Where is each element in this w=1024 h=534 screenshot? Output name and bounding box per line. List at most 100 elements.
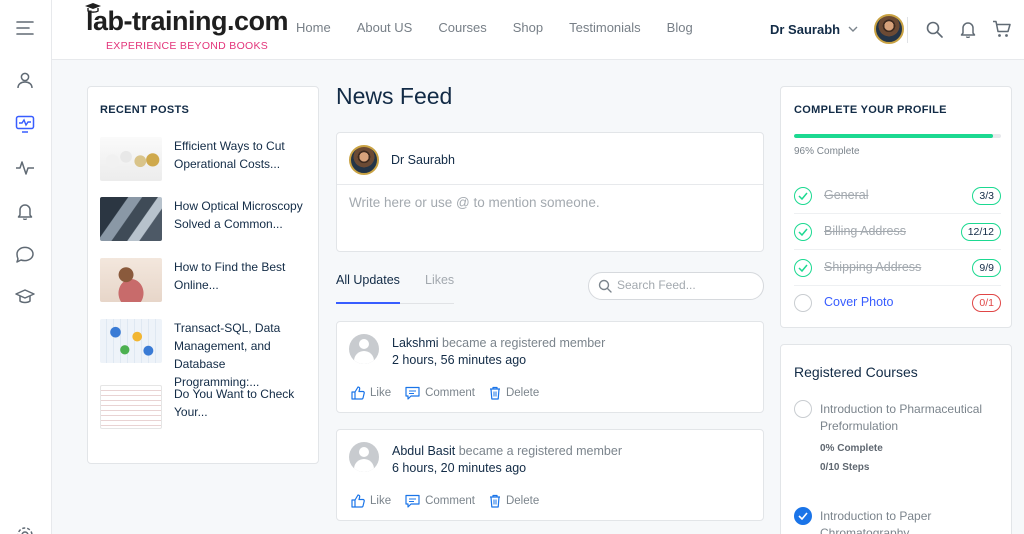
graduation-cap-icon[interactable]: [14, 286, 36, 308]
profile-step-billing-address[interactable]: Billing Address 12/12: [794, 214, 1001, 250]
course-steps-text: 0/10 Steps: [820, 462, 870, 473]
activity-text: Abdul Basit became a registered member: [392, 444, 622, 458]
nav-about-us[interactable]: About US: [357, 20, 413, 35]
nav-home[interactable]: Home: [296, 20, 331, 35]
chat-icon[interactable]: [14, 243, 36, 265]
feed-tabs: All Updates Likes: [336, 262, 454, 304]
site-logo[interactable]: lab-training.com EXPERIENCE BEYOND BOOKS: [85, 3, 289, 56]
thumbs-up-icon: [351, 494, 365, 508]
recent-post-item[interactable]: Efficient Ways to Cut Operational Costs.…: [100, 137, 310, 185]
post-title[interactable]: How to Find the Best Online...: [174, 258, 310, 306]
delete-button[interactable]: Delete: [489, 386, 539, 400]
logo-tagline: EXPERIENCE BEYOND BOOKS: [106, 40, 269, 52]
profile-step-general[interactable]: General 3/3: [794, 178, 1001, 214]
like-button[interactable]: Like: [351, 386, 391, 400]
activity-text: Lakshmi became a registered member: [392, 336, 605, 350]
settings-icon[interactable]: [14, 524, 36, 534]
member-avatar[interactable]: [349, 442, 379, 472]
nav-courses[interactable]: Courses: [438, 20, 486, 35]
course-name[interactable]: Introduction to Paper Chromatography: [820, 508, 1000, 534]
delete-button[interactable]: Delete: [489, 494, 539, 508]
activity-time[interactable]: 2 hours, 56 minutes ago: [392, 353, 526, 367]
search-input[interactable]: [617, 278, 757, 292]
check-circle-icon: [794, 223, 812, 241]
profile-icon[interactable]: [14, 69, 36, 91]
composer-user-name: Dr Saurabh: [391, 153, 455, 167]
check-circle-icon: [794, 187, 812, 205]
step-label[interactable]: Shipping Address: [824, 260, 921, 274]
step-label[interactable]: General: [824, 188, 868, 202]
step-count-badge: 0/1: [972, 294, 1001, 312]
courses-widget-title: Registered Courses: [794, 364, 918, 380]
nav-blog[interactable]: Blog: [667, 20, 693, 35]
comment-icon: [405, 494, 420, 508]
post-title[interactable]: Efficient Ways to Cut Operational Costs.…: [174, 137, 310, 185]
recent-post-item[interactable]: Do You Want to Check Your...: [100, 385, 310, 433]
post-thumbnail-document: [100, 385, 162, 429]
activity-time[interactable]: 6 hours, 20 minutes ago: [392, 461, 526, 475]
post-composer: Dr Saurabh: [336, 132, 764, 252]
member-name[interactable]: Abdul Basit: [392, 444, 455, 458]
profile-completion-widget: COMPLETE YOUR PROFILE 96% Complete Gener…: [780, 86, 1012, 328]
tab-likes[interactable]: Likes: [425, 273, 454, 287]
user-avatar[interactable]: [874, 14, 905, 44]
search-icon[interactable]: [923, 18, 945, 40]
search-icon: [598, 279, 612, 293]
profile-step-cover-photo[interactable]: Cover Photo 0/1: [794, 285, 1001, 321]
comment-icon: [405, 386, 420, 400]
header-divider: [907, 17, 908, 43]
nav-testimonials[interactable]: Testimonials: [569, 20, 641, 35]
progress-text: 96% Complete: [794, 146, 860, 157]
post-input[interactable]: [349, 195, 749, 210]
step-label[interactable]: Cover Photo: [824, 295, 893, 309]
notifications-bell-icon[interactable]: [957, 18, 979, 40]
comment-button[interactable]: Comment: [405, 386, 475, 400]
post-title[interactable]: How Optical Microscopy Solved a Common..…: [174, 197, 310, 245]
member-avatar[interactable]: [349, 334, 379, 364]
user-name: Dr Saurabh: [770, 21, 841, 37]
check-circle-icon: [794, 259, 812, 277]
activity-action: became a registered member: [442, 336, 606, 350]
pulse-icon[interactable]: [14, 157, 36, 179]
activity-action: became a registered member: [458, 444, 622, 458]
post-title[interactable]: Do You Want to Check Your...: [174, 385, 310, 433]
comment-button[interactable]: Comment: [405, 494, 475, 508]
activity-feed-icon[interactable]: [14, 113, 36, 135]
activity-item: Lakshmi became a registered member 2 hou…: [336, 321, 764, 413]
trash-icon: [489, 494, 500, 508]
step-count-badge: 12/12: [960, 223, 1001, 241]
recent-post-item[interactable]: How Optical Microscopy Solved a Common..…: [100, 197, 310, 245]
post-title[interactable]: Transact-SQL, Data Management, and Datab…: [174, 319, 310, 389]
recent-posts-title: RECENT POSTS: [100, 104, 190, 116]
user-menu[interactable]: Dr Saurabh: [770, 14, 905, 44]
profile-step-shipping-address[interactable]: Shipping Address 9/9: [794, 250, 1001, 286]
profile-widget-title: COMPLETE YOUR PROFILE: [794, 104, 947, 116]
activity-actions: Like Comment Delete: [351, 494, 553, 508]
recent-post-item[interactable]: Transact-SQL, Data Management, and Datab…: [100, 319, 310, 389]
feed-search[interactable]: [588, 272, 764, 300]
course-complete-text: 0% Complete: [820, 443, 883, 454]
main-nav: Home About US Courses Shop Testimonials …: [296, 20, 719, 35]
like-button[interactable]: Like: [351, 494, 391, 508]
post-thumbnail-student: [100, 258, 162, 302]
course-complete-check-icon: [794, 507, 812, 525]
menu-icon[interactable]: [14, 17, 36, 39]
cart-icon[interactable]: [991, 18, 1013, 40]
course-name[interactable]: Introduction to Pharmaceutical Preformul…: [820, 401, 1000, 435]
logo-text: lab-training.com: [86, 6, 289, 36]
post-thumbnail-light-bulbs: [100, 137, 162, 181]
thumbs-up-icon: [351, 386, 365, 400]
trash-icon: [489, 386, 500, 400]
recent-post-item[interactable]: How to Find the Best Online...: [100, 258, 310, 306]
step-label[interactable]: Billing Address: [824, 224, 906, 238]
progress-fill: [794, 134, 993, 138]
nav-shop[interactable]: Shop: [513, 20, 543, 35]
left-sidebar: [0, 0, 52, 534]
composer-avatar: [349, 145, 379, 175]
tab-all-updates[interactable]: All Updates: [336, 273, 400, 287]
bell-icon[interactable]: [14, 200, 36, 222]
member-name[interactable]: Lakshmi: [392, 336, 439, 350]
step-count-badge: 3/3: [972, 187, 1001, 205]
post-thumbnail-microscope: [100, 197, 162, 241]
course-progress-circle-icon: [794, 400, 812, 418]
